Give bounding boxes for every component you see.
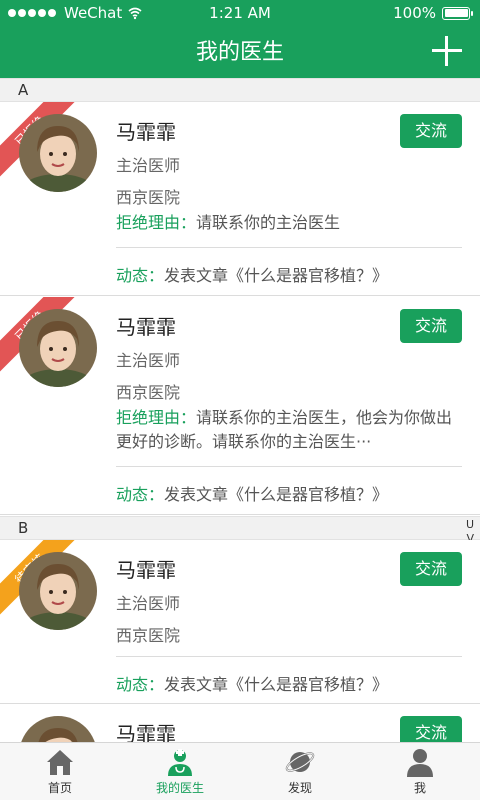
- activity-label: 动态：: [116, 266, 165, 285]
- chat-button[interactable]: 交流: [400, 716, 462, 742]
- doctor-title: 主治医师: [116, 351, 181, 370]
- doctor-card[interactable]: 已拒绝 马霏霏 主治医师 西京医院 拒绝理由：请联系你的主治医生，他会为你做出更…: [0, 297, 480, 515]
- chat-button[interactable]: 交流: [400, 552, 462, 586]
- divider: [116, 466, 462, 467]
- doctor-avatar: [19, 114, 97, 192]
- home-icon: [47, 750, 73, 775]
- doctor-title: 主治医师: [116, 594, 181, 613]
- activity-text: 发表文章《什么是器官移植？》: [164, 675, 389, 694]
- tab-label: 我的医生: [155, 781, 204, 795]
- doctor-name: 马霏霏: [116, 722, 176, 742]
- doctor-name: 马霏霏: [116, 120, 176, 144]
- doctor-avatar: [19, 716, 97, 742]
- doctor-activity: 动态：发表文章《什么是器官移植？》: [116, 481, 388, 505]
- add-icon[interactable]: [432, 36, 462, 66]
- index-letter[interactable]: U: [466, 518, 474, 531]
- planet-icon: [285, 752, 315, 772]
- doctor-title: 主治医师: [116, 156, 181, 175]
- activity-label: 动态：: [116, 675, 165, 694]
- section-header-a: A: [0, 78, 480, 102]
- reason-label: 拒绝理由：: [116, 213, 197, 232]
- person-icon: [407, 749, 433, 777]
- reason-text: 请联系你的主治医生: [196, 213, 341, 232]
- page-title: 我的医生: [195, 40, 284, 65]
- doctor-name: 马霏霏: [116, 315, 176, 339]
- doctor-avatar: [19, 552, 97, 630]
- tab-me[interactable]: 我: [360, 743, 480, 800]
- activity-label: 动态：: [116, 485, 165, 504]
- activity-text: 发表文章《什么是器官移植？》: [164, 485, 389, 504]
- divider: [116, 656, 462, 657]
- tab-discover[interactable]: 发现: [240, 743, 360, 800]
- tab-my-doctors[interactable]: 我的医生: [120, 743, 240, 800]
- tab-bar: 首页 我的医生 发现 我: [0, 742, 480, 800]
- reject-reason: 拒绝理由：请联系你的主治医生，他会为你做出更好的诊断。请联系你的主治医生···: [116, 406, 462, 454]
- section-header-b: B: [0, 516, 480, 540]
- doctor-hospital: 西京医院: [116, 188, 181, 207]
- battery-percent: 100%: [393, 4, 436, 22]
- doctor-avatar: [19, 309, 97, 387]
- battery-icon: [442, 6, 473, 20]
- tab-label: 发现: [287, 781, 312, 795]
- doctor-icon: [168, 749, 192, 776]
- doctor-card[interactable]: 待审核 马霏霏 主治医师 西京医院 动态：发表文章《什么是器官移植？》 交流: [0, 540, 480, 704]
- chat-button[interactable]: 交流: [400, 114, 462, 148]
- activity-text: 发表文章《什么是器官移植？》: [164, 266, 389, 285]
- doctor-activity: 动态：发表文章《什么是器官移植？》: [116, 671, 388, 695]
- reject-reason: 拒绝理由：请联系你的主治医生: [116, 211, 462, 235]
- reason-label: 拒绝理由：: [116, 408, 197, 427]
- doctor-hospital: 西京医院: [116, 626, 181, 645]
- doctor-card[interactable]: 马霏霏 交流: [0, 704, 480, 742]
- doctor-activity: 动态：发表文章《什么是器官移植？》: [116, 262, 388, 286]
- tab-label: 我: [413, 781, 426, 795]
- doctor-hospital: 西京医院: [116, 383, 181, 402]
- divider: [116, 247, 462, 248]
- battery-status: 100%: [393, 4, 473, 22]
- doctor-name: 马霏霏: [116, 558, 176, 582]
- app-header: WeChat 1:21 AM 100% 我的医生: [0, 0, 480, 78]
- doctor-card[interactable]: 已拒绝 马霏霏 主治医师 西京医院 拒绝理由：请联系你的主治医生 动态：发表文章…: [0, 102, 480, 296]
- tab-label: 首页: [47, 781, 72, 795]
- status-bar: WeChat 1:21 AM 100%: [0, 0, 480, 26]
- chat-button[interactable]: 交流: [400, 309, 462, 343]
- tab-home[interactable]: 首页: [0, 743, 120, 800]
